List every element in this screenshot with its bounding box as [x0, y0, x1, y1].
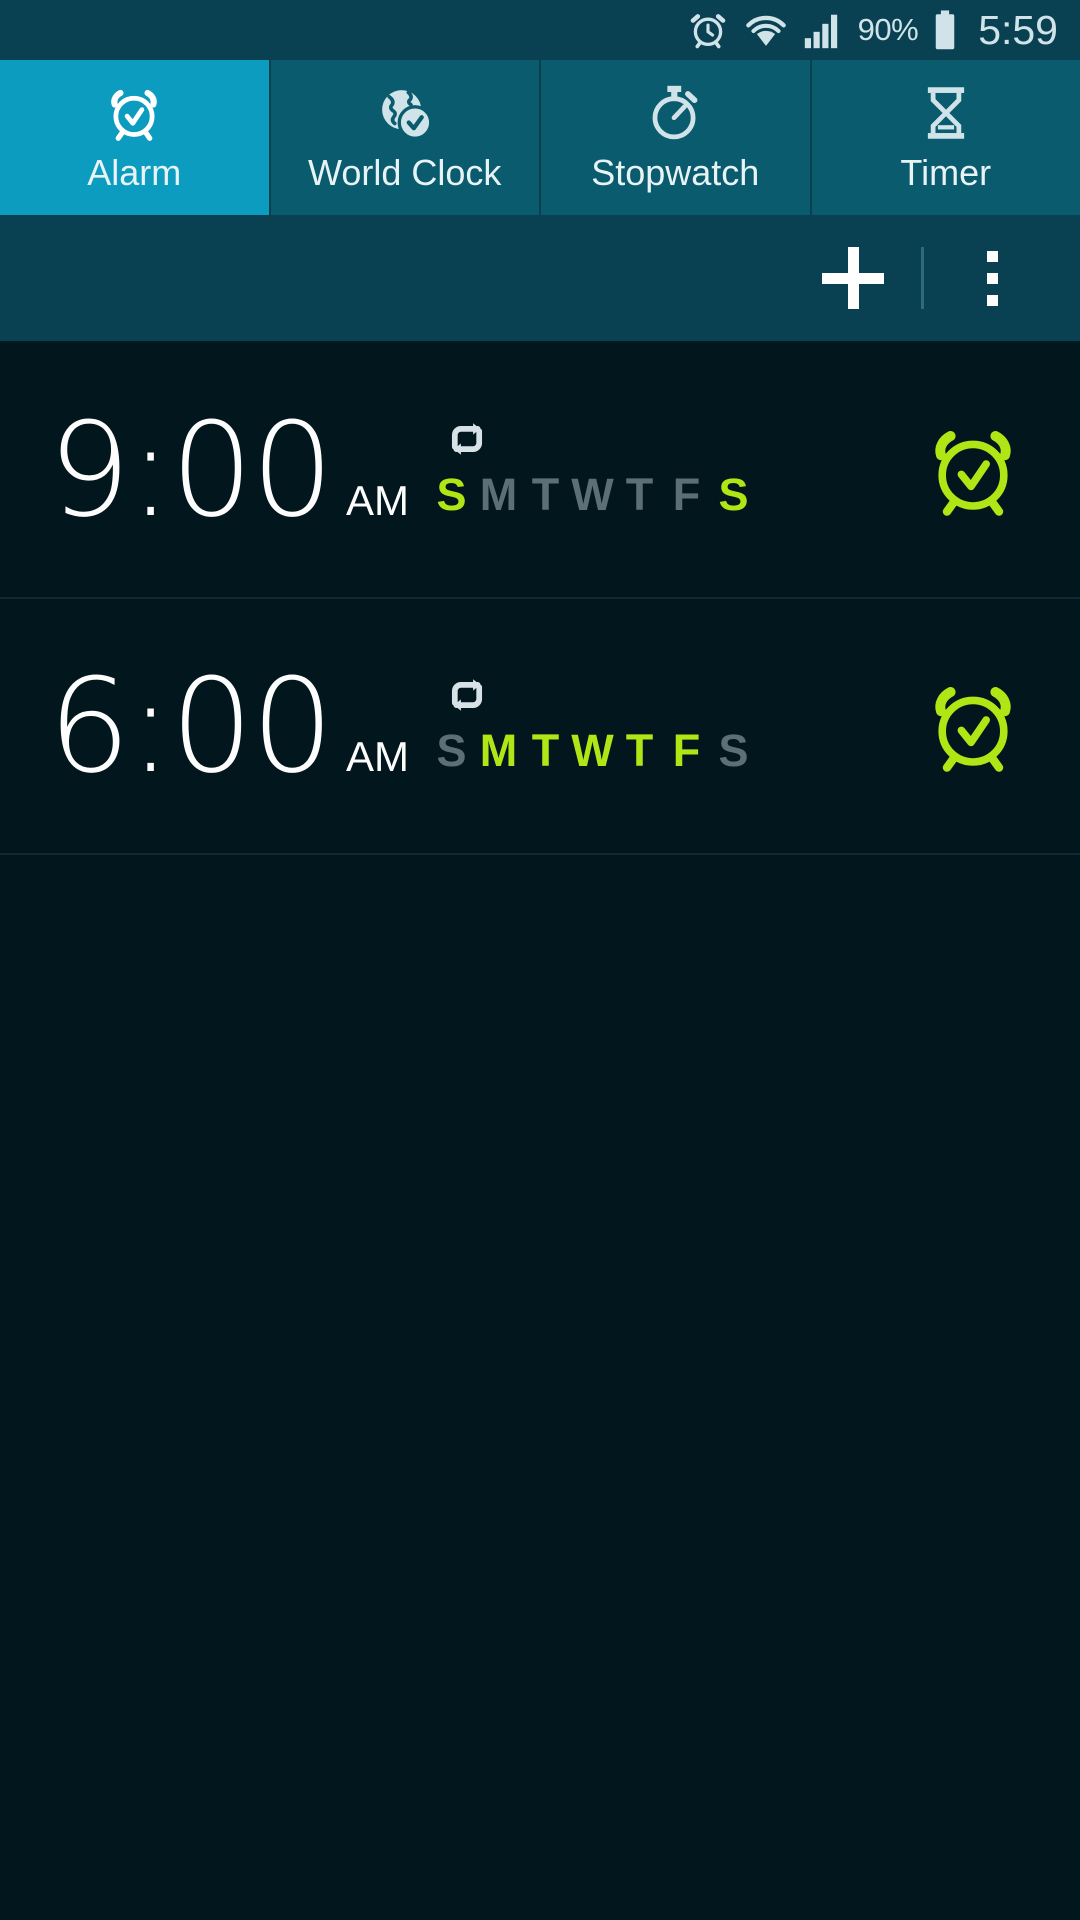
- alarm-day[interactable]: S: [428, 469, 475, 521]
- clock-app: 90% 5:59 Alarm World Clock Stopwatch Tim…: [0, 0, 1080, 1920]
- repeat-icon: [444, 675, 490, 715]
- tab-world-clock[interactable]: World Clock: [270, 60, 541, 215]
- alarm-day[interactable]: T: [616, 469, 663, 521]
- alarm-day[interactable]: T: [616, 725, 663, 777]
- wifi-icon: [744, 9, 788, 51]
- overflow-menu-button[interactable]: [944, 230, 1040, 326]
- alarm-day-row[interactable]: S M T W T F S: [428, 469, 757, 521]
- alarm-repeat-block: S M T W T F S: [428, 675, 757, 777]
- repeat-icon: [444, 419, 490, 459]
- tab-stopwatch[interactable]: Stopwatch: [541, 60, 812, 215]
- alarm-time-block: 9:00 AM: [48, 405, 418, 535]
- alarm-time: 9:00: [48, 394, 334, 546]
- tab-alarm[interactable]: Alarm: [0, 60, 271, 215]
- tab-timer[interactable]: Timer: [811, 60, 1080, 215]
- globe-clock-icon: [374, 82, 436, 144]
- status-bar-icons: 90% 5:59: [687, 7, 1058, 54]
- alarm-toggle-button[interactable]: [918, 415, 1028, 525]
- tab-label: Alarm: [87, 151, 182, 193]
- alarm-toggle-button[interactable]: [918, 671, 1028, 781]
- plus-icon: [822, 247, 884, 309]
- alarm-time-block: 6:00 AM: [48, 661, 418, 791]
- action-bar: [0, 215, 1080, 343]
- tab-label: World Clock: [308, 151, 502, 193]
- status-bar-clock: 5:59: [978, 6, 1058, 53]
- alarm-time: 6:00: [48, 650, 334, 802]
- alarm-day[interactable]: W: [569, 469, 616, 521]
- alarm-day[interactable]: M: [475, 725, 522, 777]
- alarm-day[interactable]: S: [428, 725, 475, 777]
- alarm-day[interactable]: M: [475, 469, 522, 521]
- action-bar-divider: [921, 247, 924, 309]
- stopwatch-icon: [644, 82, 706, 144]
- alarm-list: 9:00 AM S M T W T F S 6:00 AM S M T W T …: [0, 343, 1080, 855]
- battery-percent-label: 90%: [857, 12, 919, 47]
- alarm-repeat-block: S M T W T F S: [428, 419, 757, 521]
- alarm-day[interactable]: T: [522, 725, 569, 777]
- alarm-bell-icon: [921, 418, 1025, 522]
- alarm-day[interactable]: S: [710, 725, 757, 777]
- alarm-meridiem: AM: [345, 477, 409, 524]
- add-alarm-button[interactable]: [805, 230, 901, 326]
- cellular-signal-icon: [803, 10, 843, 50]
- status-bar: 90% 5:59: [0, 0, 1080, 60]
- alarm-day[interactable]: S: [710, 469, 757, 521]
- alarm-clock-icon: [687, 9, 729, 51]
- alarm-list-item[interactable]: 6:00 AM S M T W T F S: [0, 599, 1080, 855]
- tab-label: Timer: [900, 151, 992, 193]
- alarm-day-row[interactable]: S M T W T F S: [428, 725, 757, 777]
- alarm-meridiem: AM: [345, 733, 409, 780]
- more-vertical-icon: [986, 250, 998, 306]
- tab-label: Stopwatch: [591, 151, 760, 193]
- tab-bar: Alarm World Clock Stopwatch Timer: [0, 60, 1080, 215]
- alarm-day[interactable]: T: [522, 469, 569, 521]
- alarm-list-item[interactable]: 9:00 AM S M T W T F S: [0, 343, 1080, 599]
- alarm-clock-icon: [103, 82, 165, 144]
- battery-icon: [933, 9, 957, 51]
- alarm-day[interactable]: F: [663, 469, 710, 521]
- alarm-day[interactable]: W: [569, 725, 616, 777]
- hourglass-icon: [915, 82, 977, 144]
- alarm-day[interactable]: F: [663, 725, 710, 777]
- alarm-bell-icon: [921, 674, 1025, 778]
